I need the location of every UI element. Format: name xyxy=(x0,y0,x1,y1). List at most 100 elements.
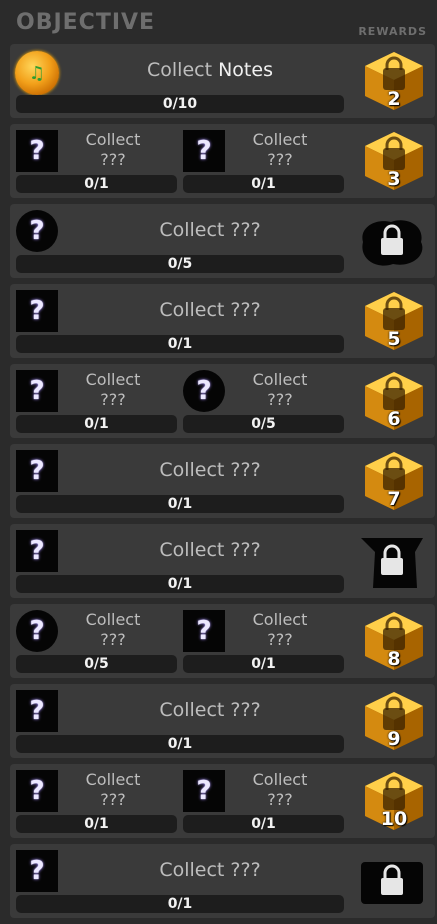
question-mark-icon: ? xyxy=(196,776,212,806)
collect-word: Collect xyxy=(159,699,225,721)
unknown-item-icon: ? xyxy=(183,370,225,412)
question-mark-icon: ? xyxy=(29,856,45,886)
locked-reward-icon xyxy=(357,534,427,590)
reward-count: 3 xyxy=(387,168,401,190)
objective-row[interactable]: ♫ Collect Notes 0/10 2 xyxy=(10,44,435,118)
reward-cube[interactable]: 10 xyxy=(361,770,427,832)
objective-label: Collect ??? xyxy=(70,539,350,561)
item-name: ??? xyxy=(230,299,261,321)
objective-label: Collect ??? xyxy=(70,459,350,481)
objective-row[interactable]: ? Collect ??? 0/1 xyxy=(10,844,435,918)
question-mark-icon: ? xyxy=(196,616,212,646)
unknown-item-icon: ? xyxy=(16,690,58,732)
item-name: ??? xyxy=(100,630,126,649)
objective-row[interactable]: ? Collect??? 0/1? Collect??? 0/5 6 xyxy=(10,364,435,438)
locked-reward-icon xyxy=(357,214,427,270)
unknown-item-icon: ? xyxy=(16,530,58,572)
collect-word: Collect xyxy=(252,130,308,149)
objective-row[interactable]: ? Collect ??? 0/1 xyxy=(10,524,435,598)
question-mark-icon: ? xyxy=(29,456,45,486)
item-name: ??? xyxy=(230,539,261,561)
question-mark-icon: ? xyxy=(29,136,45,166)
progress-bar: 0/1 xyxy=(183,655,344,673)
question-mark-icon: ? xyxy=(29,616,45,646)
unknown-item-icon: ? xyxy=(16,370,58,412)
objective-list: ♫ Collect Notes 0/10 2? Collect??? 0/1? Collec… xyxy=(10,44,435,924)
collect-word: Collect xyxy=(252,370,308,389)
collect-word: Collect xyxy=(85,610,141,629)
item-name: ??? xyxy=(230,699,261,721)
objective-label: Collect??? xyxy=(220,370,340,410)
objective-row[interactable]: ? Collect??? 0/1? Collect??? 0/1 10 xyxy=(10,764,435,838)
question-mark-icon: ? xyxy=(29,216,45,246)
question-mark-icon: ? xyxy=(29,696,45,726)
reward-cube[interactable]: 7 xyxy=(361,450,427,512)
progress-bar: 0/1 xyxy=(16,175,177,193)
objective-label: Collect??? xyxy=(220,130,340,170)
item-name: ??? xyxy=(230,459,261,481)
unknown-item-icon: ? xyxy=(16,210,58,252)
item-name: ??? xyxy=(100,150,126,169)
objective-row[interactable]: ? Collect ??? 0/5 xyxy=(10,204,435,278)
objective-row[interactable]: ? Collect??? 0/5? Collect??? 0/1 8 xyxy=(10,604,435,678)
objective-label: Collect ??? xyxy=(70,299,350,321)
question-mark-icon: ? xyxy=(29,536,45,566)
question-mark-icon: ? xyxy=(29,376,45,406)
collect-word: Collect xyxy=(159,219,225,241)
locked-reward-icon xyxy=(357,854,427,910)
reward-count: 2 xyxy=(387,88,401,110)
progress-bar: 0/1 xyxy=(16,415,177,433)
item-name: ??? xyxy=(267,390,293,409)
objective-label: Collect ??? xyxy=(70,859,350,881)
item-name: ??? xyxy=(100,790,126,809)
objective-row[interactable]: ? Collect ??? 0/1 7 xyxy=(10,444,435,518)
objective-label: Collect ??? xyxy=(70,699,350,721)
progress-bar: 0/10 xyxy=(16,95,344,113)
reward-count: 8 xyxy=(387,648,401,670)
reward-cube[interactable]: 8 xyxy=(361,610,427,672)
item-name: ??? xyxy=(267,790,293,809)
objective-label: Collect Notes xyxy=(70,59,350,81)
question-mark-icon: ? xyxy=(29,296,45,326)
objective-row[interactable]: ? Collect??? 0/1? Collect??? 0/1 3 xyxy=(10,124,435,198)
objective-label: Collect??? xyxy=(53,610,173,650)
item-name: ??? xyxy=(267,150,293,169)
objective-label: Collect??? xyxy=(220,610,340,650)
question-mark-icon: ? xyxy=(29,776,45,806)
rewards-column-label: REWARDS xyxy=(358,25,427,38)
reward-cube[interactable]: 2 xyxy=(361,50,427,112)
unknown-item-icon: ? xyxy=(16,610,58,652)
reward-count: 7 xyxy=(387,488,401,510)
progress-bar: 0/1 xyxy=(16,895,344,913)
lock-icon xyxy=(361,862,423,904)
progress-bar: 0/5 xyxy=(16,255,344,273)
progress-bar: 0/5 xyxy=(183,415,344,433)
item-name: ??? xyxy=(230,859,261,881)
objective-row[interactable]: ? Collect ??? 0/1 9 xyxy=(10,684,435,758)
note-glyph: ♫ xyxy=(28,62,46,84)
notes-orb-icon: ♫ xyxy=(15,51,59,95)
objective-label: Collect??? xyxy=(220,770,340,810)
objective-label: Collect??? xyxy=(53,370,173,410)
collect-word: Collect xyxy=(159,539,225,561)
collect-word: Collect xyxy=(85,770,141,789)
reward-count: 5 xyxy=(387,328,401,350)
reward-count: 9 xyxy=(387,728,401,750)
progress-bar: 0/5 xyxy=(16,655,177,673)
unknown-item-icon: ? xyxy=(183,130,225,172)
unknown-item-icon: ? xyxy=(16,290,58,332)
reward-count: 6 xyxy=(387,408,401,430)
reward-cube[interactable]: 3 xyxy=(361,130,427,192)
collect-word: Collect xyxy=(159,459,225,481)
reward-cube[interactable]: 5 xyxy=(361,290,427,352)
progress-bar: 0/1 xyxy=(183,175,344,193)
objective-label: Collect??? xyxy=(53,130,173,170)
reward-count: 10 xyxy=(380,808,408,830)
objective-row[interactable]: ? Collect ??? 0/1 5 xyxy=(10,284,435,358)
page-title: OBJECTIVE xyxy=(16,10,156,35)
reward-cube[interactable]: 9 xyxy=(361,690,427,752)
progress-bar: 0/1 xyxy=(16,335,344,353)
reward-cube[interactable]: 6 xyxy=(361,370,427,432)
progress-bar: 0/1 xyxy=(16,815,177,833)
objective-header: OBJECTIVE REWARDS xyxy=(0,0,437,42)
